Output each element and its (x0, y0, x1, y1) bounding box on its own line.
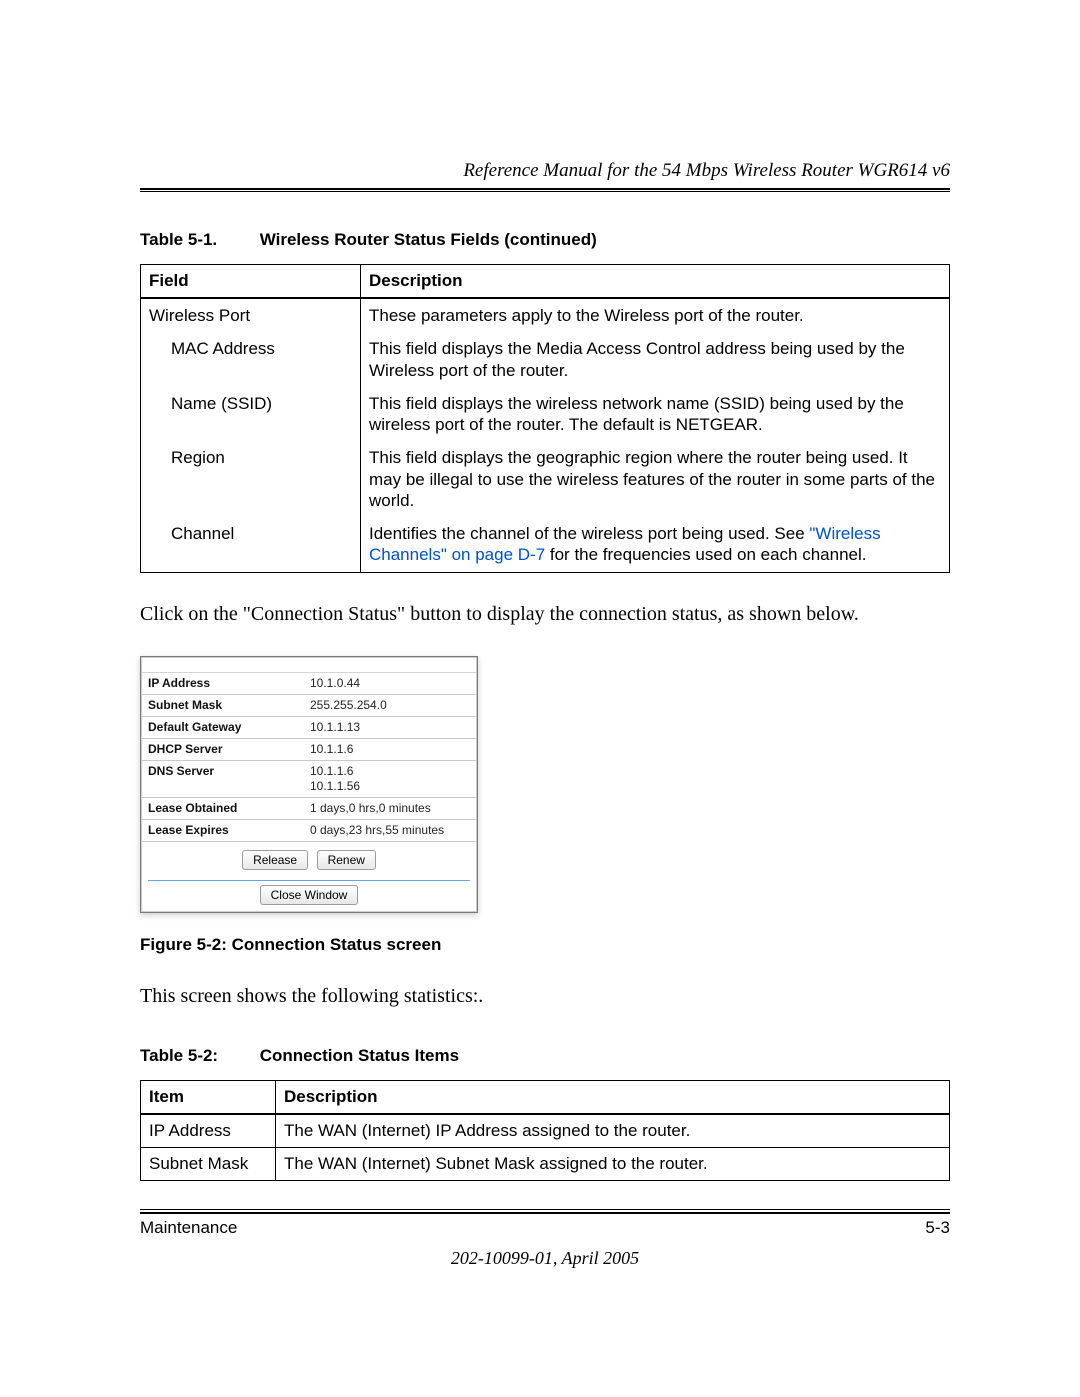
table-row: MAC Address This field displays the Medi… (141, 332, 950, 387)
table1-head-field: Field (141, 265, 361, 299)
conn-value: 255.255.254.0 (304, 695, 476, 716)
conn-value: 10.1.1.6 (304, 739, 476, 760)
table-row: IP Address The WAN (Internet) IP Address… (141, 1114, 950, 1148)
panel-top-strip (142, 658, 476, 673)
close-window-link[interactable]: Close Window (260, 885, 359, 905)
table2: Item Description IP Address The WAN (Int… (140, 1080, 950, 1181)
table1-head-desc: Description (361, 265, 950, 299)
footer-page-num: 5-3 (925, 1218, 950, 1238)
table2-desc: The WAN (Internet) IP Address assigned t… (276, 1114, 950, 1148)
conn-value: 0 days,23 hrs,55 minutes (304, 820, 476, 841)
conn-row: Default Gateway 10.1.1.13 (142, 717, 476, 739)
conn-label: Lease Obtained (142, 798, 304, 819)
table1-field: Wireless Port (149, 306, 250, 325)
conn-value: 10.1.1.6 10.1.1.56 (304, 761, 476, 797)
paragraph-2: This screen shows the following statisti… (140, 985, 950, 1008)
table1-desc-post: for the frequencies used on each channel… (545, 545, 866, 564)
renew-button[interactable]: Renew (317, 850, 376, 870)
release-button[interactable]: Release (242, 850, 308, 870)
table-row: Region This field displays the geographi… (141, 441, 950, 517)
table1-desc: These parameters apply to the Wireless p… (361, 298, 950, 332)
table1-number: Table 5-1. (140, 230, 255, 250)
header-rule-thin (140, 191, 950, 192)
table2-head-desc: Description (276, 1080, 950, 1114)
table2-head-item: Item (141, 1080, 276, 1114)
table-row: Name (SSID) This field displays the wire… (141, 387, 950, 442)
table1-field: MAC Address (149, 338, 275, 359)
panel-divider (148, 880, 470, 881)
table1-desc: This field displays the wireless network… (361, 387, 950, 442)
table1-desc: Identifies the channel of the wireless p… (361, 517, 950, 572)
table-row: Channel Identifies the channel of the wi… (141, 517, 950, 572)
conn-label: Subnet Mask (142, 695, 304, 716)
table1-field: Name (SSID) (149, 393, 272, 414)
table2-title: Connection Status Items (260, 1046, 459, 1065)
header-rule-thick (140, 188, 950, 190)
table1-field: Channel (149, 523, 234, 544)
conn-value: 10.1.1.13 (304, 717, 476, 738)
table2-desc: The WAN (Internet) Subnet Mask assigned … (276, 1147, 950, 1180)
conn-button-row: Release Renew (142, 842, 476, 876)
conn-label: IP Address (142, 673, 304, 694)
footer-rule-thin (140, 1209, 950, 1210)
table-row: Wireless Port These parameters apply to … (141, 298, 950, 332)
table1-desc-pre: Identifies the channel of the wireless p… (369, 524, 809, 543)
table2-caption: Table 5-2: Connection Status Items (140, 1046, 950, 1066)
page-header-title: Reference Manual for the 54 Mbps Wireles… (140, 160, 950, 186)
table1: Field Description Wireless Port These pa… (140, 264, 950, 573)
footer-section: Maintenance (140, 1218, 237, 1238)
conn-label: Lease Expires (142, 820, 304, 841)
conn-row: DNS Server 10.1.1.6 10.1.1.56 (142, 761, 476, 798)
conn-row: Lease Expires 0 days,23 hrs,55 minutes (142, 820, 476, 842)
table1-caption: Table 5-1. Wireless Router Status Fields… (140, 230, 950, 250)
table2-number: Table 5-2: (140, 1046, 255, 1066)
table-row: Subnet Mask The WAN (Internet) Subnet Ma… (141, 1147, 950, 1180)
paragraph-1: Click on the "Connection Status" button … (140, 603, 950, 626)
footer-doc-id: 202-10099-01, April 2005 (140, 1248, 950, 1269)
table1-desc: This field displays the geographic regio… (361, 441, 950, 517)
conn-label: DNS Server (142, 761, 304, 797)
conn-label: DHCP Server (142, 739, 304, 760)
table2-item: IP Address (141, 1114, 276, 1148)
conn-row: DHCP Server 10.1.1.6 (142, 739, 476, 761)
conn-label: Default Gateway (142, 717, 304, 738)
conn-value: 1 days,0 hrs,0 minutes (304, 798, 476, 819)
conn-row: Subnet Mask 255.255.254.0 (142, 695, 476, 717)
table2-item: Subnet Mask (141, 1147, 276, 1180)
table1-desc: This field displays the Media Access Con… (361, 332, 950, 387)
table1-field: Region (149, 447, 225, 468)
conn-value: 10.1.0.44 (304, 673, 476, 694)
figure-caption: Figure 5-2: Connection Status screen (140, 935, 950, 955)
conn-row: IP Address 10.1.0.44 (142, 673, 476, 695)
connection-status-panel: IP Address 10.1.0.44 Subnet Mask 255.255… (140, 656, 478, 913)
table1-title: Wireless Router Status Fields (continued… (260, 230, 597, 249)
conn-row: Lease Obtained 1 days,0 hrs,0 minutes (142, 798, 476, 820)
